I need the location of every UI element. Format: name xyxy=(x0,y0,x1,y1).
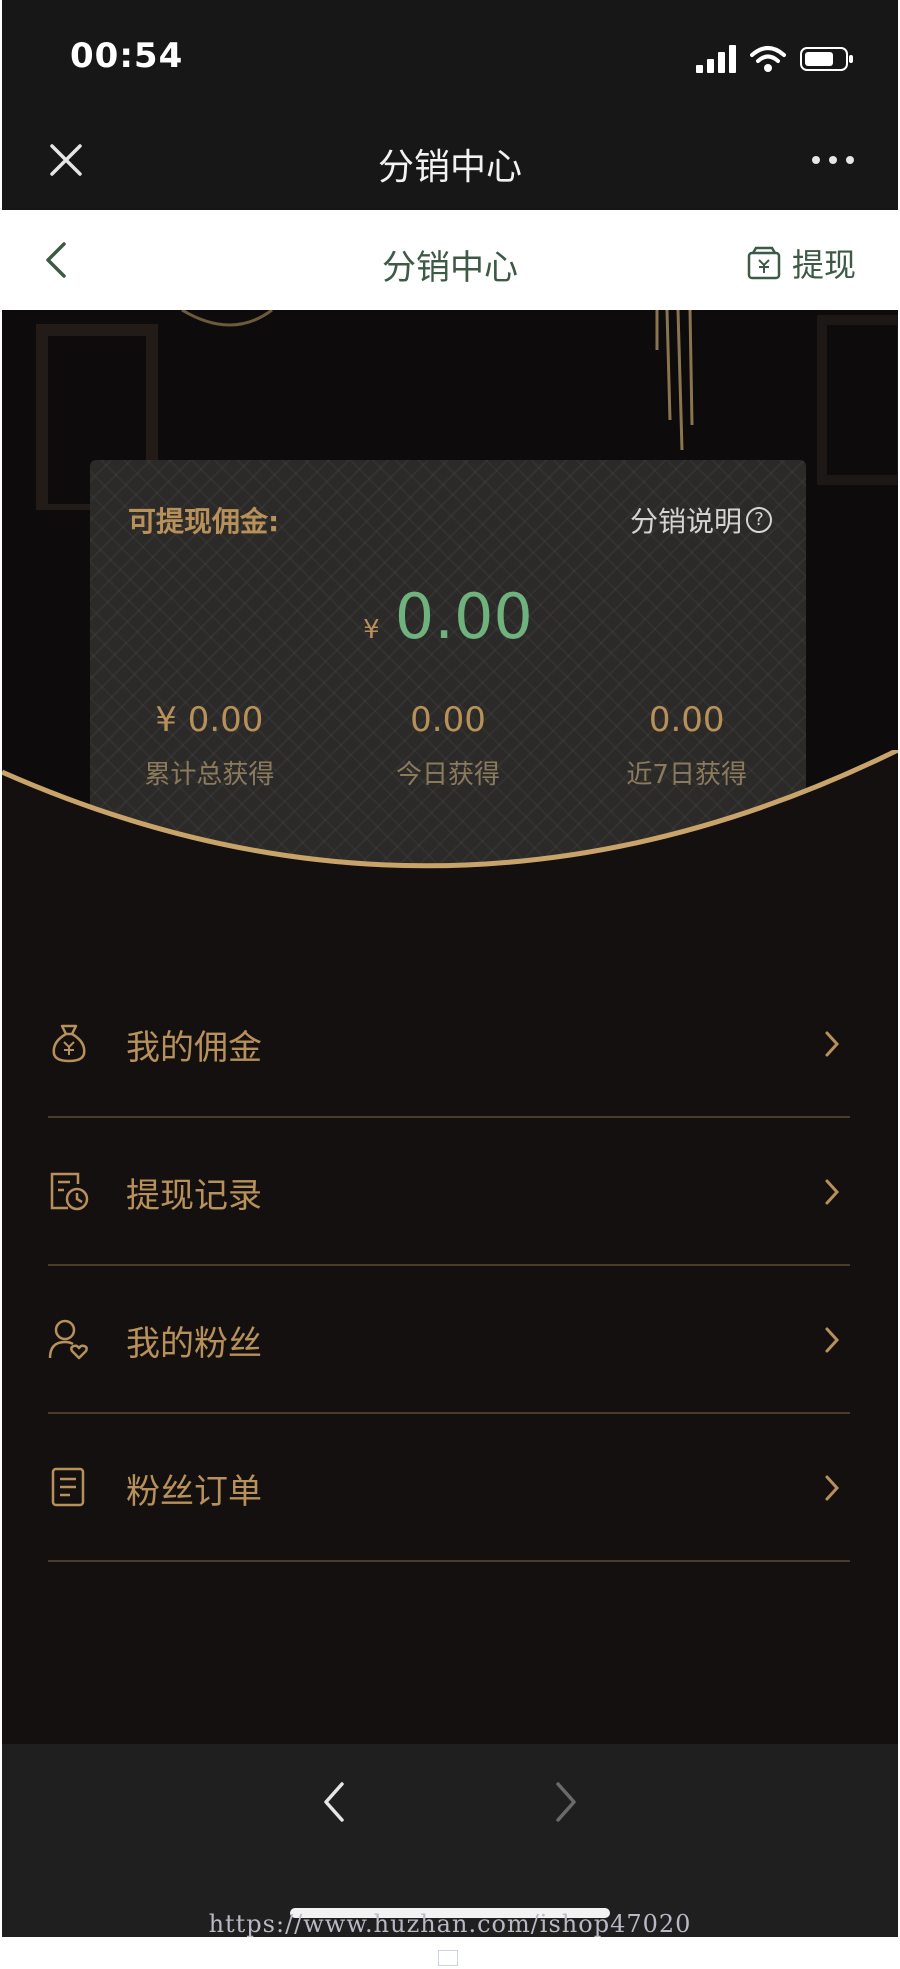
user-heart-icon xyxy=(48,1319,88,1360)
watermark-url: https://www.huzhan.com/ishop47020 xyxy=(208,1910,692,1938)
stat-value: 0.00 xyxy=(410,700,486,740)
help-label: 分销说明 xyxy=(629,505,742,538)
withdraw-label: 提现 xyxy=(791,246,856,284)
chevron-right-icon xyxy=(825,1179,840,1205)
commission-hero: 可提现佣金: 分销说明 ? ¥ 0.00 ¥ 0.00 累计总获得 0.00 今… xyxy=(2,310,898,870)
nav-forward-icon[interactable] xyxy=(550,1780,580,1824)
menu-label: 提现记录 xyxy=(126,1176,262,1216)
menu-label: 粉丝订单 xyxy=(126,1472,262,1512)
currency-symbol: ¥ xyxy=(363,615,380,645)
chevron-right-icon xyxy=(825,1475,840,1501)
menu-label: 我的佣金 xyxy=(126,1028,262,1068)
status-bar: 00:54 xyxy=(2,0,898,110)
gold-curve-divider xyxy=(2,750,898,870)
menu-label: 我的粉丝 xyxy=(126,1324,262,1364)
history-icon xyxy=(50,1172,89,1211)
browser-nav-bar xyxy=(2,1744,898,1937)
nav-back-icon[interactable] xyxy=(320,1780,350,1824)
wechat-title-bar: 分销中心 xyxy=(2,110,898,210)
menu-list: 我的佣金 提现记录 我的粉丝 粉丝订单 xyxy=(48,970,850,1562)
status-time: 00:54 xyxy=(70,36,184,76)
withdrawable-label: 可提现佣金: xyxy=(128,505,280,538)
distribution-help-link[interactable]: 分销说明 ? xyxy=(630,500,772,540)
chevron-right-icon xyxy=(825,1031,840,1057)
withdraw-button[interactable]: 提现 xyxy=(746,240,856,286)
signal-icon xyxy=(696,45,736,73)
stat-value: 0.00 xyxy=(648,700,725,740)
menu-item-my-commission[interactable]: 我的佣金 xyxy=(48,970,850,1118)
money-bag-icon xyxy=(52,1024,86,1063)
wechat-title: 分销中心 xyxy=(377,147,522,188)
question-icon: ? xyxy=(746,507,772,533)
more-icon[interactable] xyxy=(812,156,854,164)
wifi-icon xyxy=(750,46,786,72)
status-icons xyxy=(696,44,854,74)
menu-item-withdraw-records[interactable]: 提现记录 xyxy=(48,1118,850,1266)
battery-icon xyxy=(800,47,853,71)
wallet-yen-icon xyxy=(747,246,781,280)
amount-value: 0.00 xyxy=(394,580,533,653)
menu-item-my-fans[interactable]: 我的粉丝 xyxy=(48,1266,850,1414)
phone-screen: 00:54 分销中心 分销中心 提现 可提现佣金: 分销说明 ? ¥ 0.00 … xyxy=(2,0,898,1937)
app-header: 分销中心 提现 xyxy=(2,210,898,310)
chevron-right-icon xyxy=(825,1327,840,1353)
document-icon xyxy=(51,1467,85,1507)
image-placeholder-icon xyxy=(438,1950,458,1966)
menu-item-fan-orders[interactable]: 粉丝订单 xyxy=(48,1414,850,1562)
stat-value: ¥ 0.00 xyxy=(155,700,264,740)
withdrawable-amount: ¥ 0.00 xyxy=(90,580,806,653)
